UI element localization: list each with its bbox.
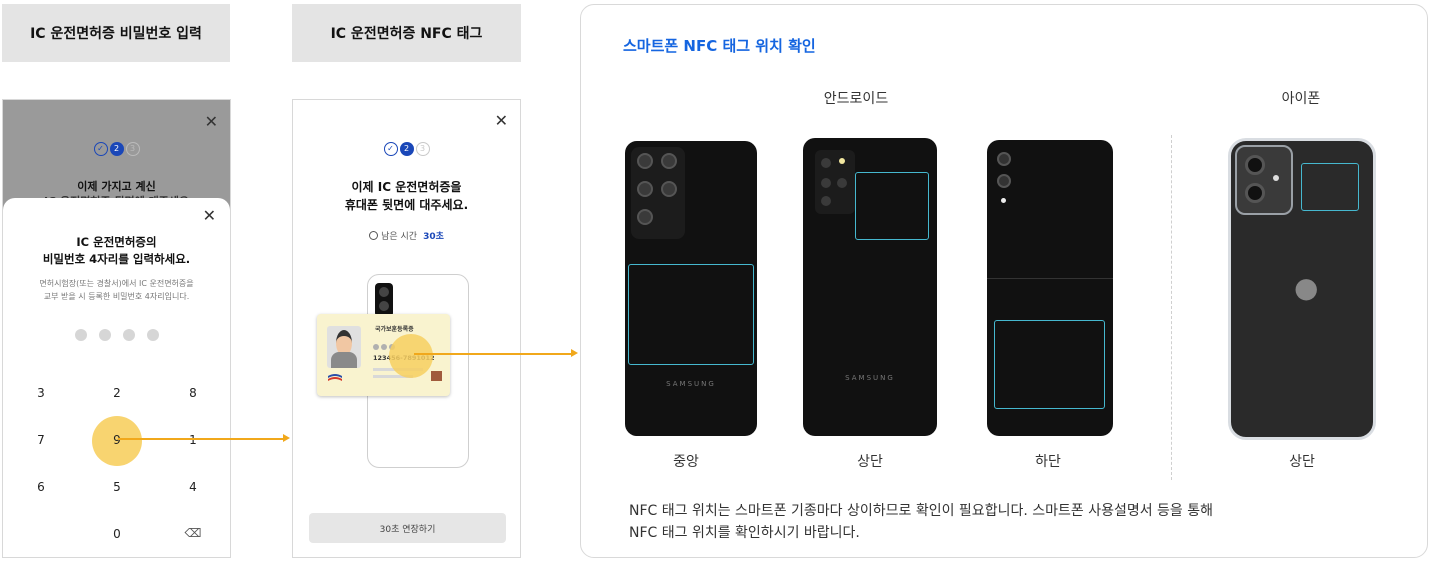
key-8[interactable]: 8 — [173, 386, 213, 400]
nfc-area-bottom — [994, 320, 1105, 409]
step-indicator: ✓ 2 3 — [3, 142, 230, 156]
number-keypad: 3 2 8 7 9 1 6 5 4 0 ⌫ — [3, 370, 230, 557]
pin-dot — [74, 329, 87, 341]
timer-value: 30초 — [423, 232, 444, 242]
apple-logo-icon: ● — [1294, 271, 1319, 304]
camera-module-icon — [815, 150, 855, 214]
panel-description-line1: NFC 태그 위치는 스마트폰 기종마다 상이하므로 확인이 필요합니다. 스마… — [629, 503, 1214, 519]
pin-dot — [98, 329, 111, 341]
extend-time-button[interactable]: 30초 연장하기 — [309, 513, 506, 543]
camera-icon — [375, 283, 393, 317]
clock-icon — [369, 231, 379, 240]
background-close-icon: ✕ — [204, 112, 218, 131]
remaining-time: 남은 시간 30초 — [293, 229, 520, 242]
camera-lens-icon — [997, 152, 1011, 166]
panel-title: 스마트폰 NFC 태그 위치 확인 — [623, 37, 816, 55]
position-label-4: 상단 — [1289, 454, 1315, 470]
timer-label: 남은 시간 — [381, 232, 418, 242]
key-2[interactable]: 2 — [97, 386, 137, 400]
pin-desc-line2: 교부 받을 시 등록한 비밀번호 4자리입니다. — [43, 292, 190, 301]
pin-entry-header: IC 운전면허증 비밀번호 입력 — [2, 4, 230, 62]
flow-arrow-2 — [414, 350, 578, 356]
pin-desc-line1: 면허시험장(또는 경찰서)에서 IC 운전면허증을 — [39, 279, 194, 288]
pin-title-line2: 비밀번호 4자리를 입력하세요. — [42, 252, 191, 266]
flow-arrow-1 — [118, 435, 290, 441]
nfc-tag-header: IC 운전면허증 NFC 태그 — [292, 4, 521, 62]
android-label: 안드로이드 — [823, 91, 889, 107]
backspace-icon[interactable]: ⌫ — [173, 526, 213, 540]
android-phone-1: SAMSUNG — [625, 141, 757, 436]
position-label-3: 하단 — [1035, 454, 1061, 470]
step-next: 3 — [125, 142, 140, 156]
iphone: ● — [1228, 138, 1376, 440]
step-next: 3 — [415, 142, 430, 156]
camera-lens-icon — [997, 174, 1011, 188]
nfc-area-center — [628, 264, 754, 365]
section-divider — [1171, 135, 1172, 480]
nfc-location-panel: 스마트폰 NFC 태그 위치 확인 안드로이드 아이폰 SAMSUNG 중앙 S… — [580, 4, 1428, 558]
key-7[interactable]: 7 — [21, 433, 61, 447]
key-0[interactable]: 0 — [97, 527, 137, 541]
pin-title-line1: IC 운전면허증의 — [76, 235, 157, 249]
key-4[interactable]: 4 — [173, 480, 213, 494]
nfc-area-top — [855, 172, 929, 240]
step-current: 2 — [399, 142, 414, 156]
brand-logo: SAMSUNG — [666, 380, 716, 388]
step-indicator: ✓ 2 3 — [293, 142, 520, 156]
position-label-2: 상단 — [857, 454, 883, 470]
card-title: 국가보훈등록증 — [375, 326, 414, 333]
nfc-title-line2: 휴대폰 뒷면에 대주세요. — [344, 198, 469, 212]
step-done-icon: ✓ — [93, 142, 108, 156]
pin-bottom-sheet: ✕ IC 운전면허증의 비밀번호 4자리를 입력하세요. 면허시험장(또는 경찰… — [3, 198, 230, 370]
nfc-title-line1: 이제 IC 운전면허증을 — [351, 180, 462, 194]
nfc-tag-screen: ✕ ✓ 2 3 이제 IC 운전면허증을 휴대폰 뒷면에 대주세요. 남은 시간… — [292, 99, 521, 558]
close-icon[interactable]: ✕ — [495, 111, 508, 130]
portrait-icon — [327, 326, 361, 368]
background-title: 이제 가지고 계신 — [77, 180, 156, 193]
chip-icon — [431, 371, 442, 381]
step-current: 2 — [109, 142, 124, 156]
key-6[interactable]: 6 — [21, 480, 61, 494]
key-1[interactable]: 1 — [173, 433, 213, 447]
key-3[interactable]: 3 — [21, 386, 61, 400]
key-9[interactable]: 9 — [97, 433, 137, 447]
close-icon[interactable]: ✕ — [203, 206, 216, 225]
id-card-illustration: 국가보훈등록증 123456-7891012 — [317, 314, 450, 396]
camera-module-icon — [631, 147, 685, 239]
position-label-1: 중앙 — [673, 454, 699, 470]
emblem-icon — [328, 374, 342, 381]
panel-description-line2: NFC 태그 위치를 확인하시기 바랍니다. — [629, 525, 860, 541]
key-5[interactable]: 5 — [97, 480, 137, 494]
pin-entry-screen: ✕ ✓ 2 3 이제 가지고 계신 IC 운전면허증 뒷면에 대주세요 ✕ IC… — [2, 99, 231, 558]
nfc-tap-highlight — [389, 334, 433, 378]
pin-dots — [3, 329, 230, 341]
camera-module-icon — [1235, 145, 1293, 215]
nfc-area-top — [1301, 163, 1359, 211]
android-phone-2: SAMSUNG — [803, 138, 937, 436]
brand-logo: SAMSUNG — [845, 374, 895, 382]
android-phone-3 — [987, 140, 1113, 436]
step-done-icon: ✓ — [383, 142, 398, 156]
pin-dot — [122, 329, 135, 341]
pin-dot — [146, 329, 159, 341]
iphone-label: 아이폰 — [1281, 91, 1321, 107]
